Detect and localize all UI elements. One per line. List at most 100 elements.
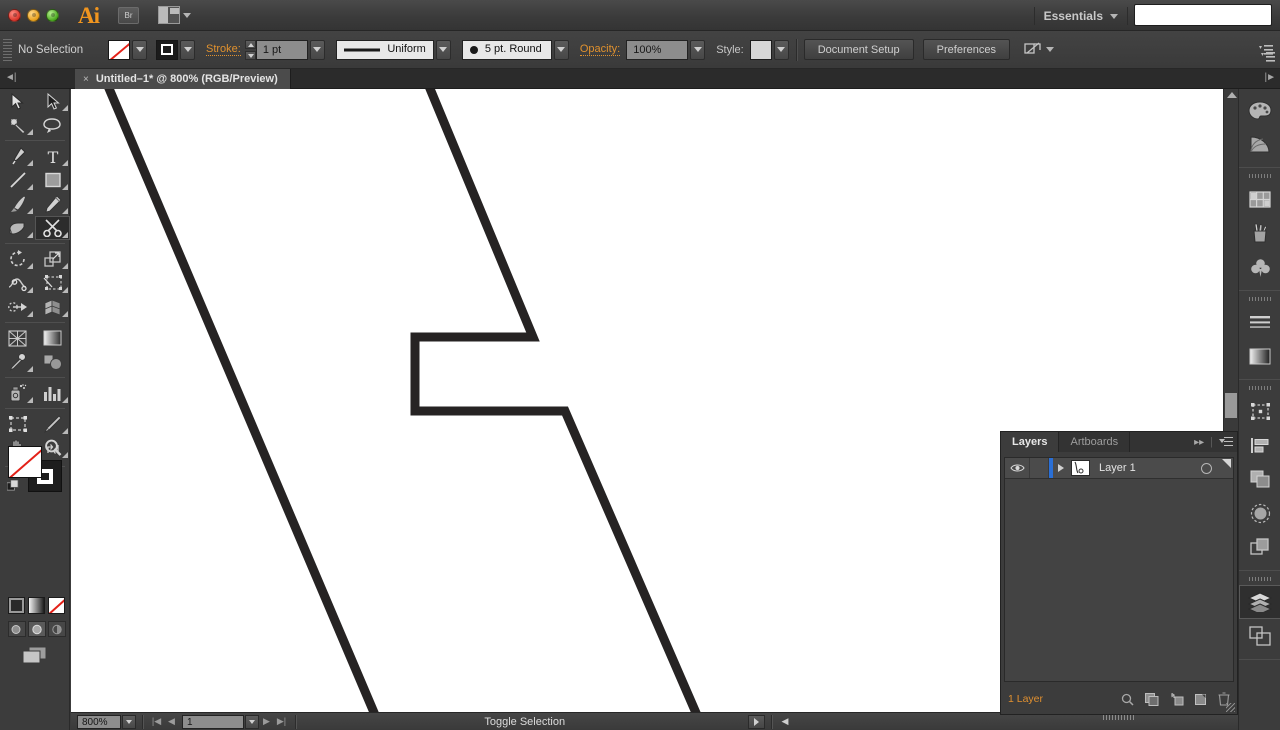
pathfinder-panel-icon[interactable] [1239, 462, 1280, 496]
close-window-button[interactable] [8, 9, 21, 22]
document-setup-button[interactable]: Document Setup [803, 39, 914, 60]
arrange-documents-button[interactable] [158, 6, 191, 24]
dock-group-grip[interactable] [1248, 174, 1271, 178]
fill-color-swatch[interactable] [108, 39, 130, 60]
dock-menu-icon[interactable] [1261, 51, 1275, 63]
first-artboard-button[interactable]: |◀ [149, 715, 164, 729]
symbols-panel-icon[interactable] [1239, 250, 1280, 284]
layer-expand-toggle[interactable] [1053, 464, 1069, 472]
stroke-weight-input[interactable]: 1 pt [255, 39, 308, 60]
horizontal-scroll-left-button[interactable]: ◀ [778, 715, 793, 729]
opacity-label[interactable]: Opacity: [579, 43, 621, 56]
create-new-sublayer-icon[interactable] [1170, 692, 1184, 706]
transform-reference-icon[interactable] [1024, 42, 1041, 57]
fill-color-indicator[interactable] [8, 446, 42, 478]
stroke-swatch-dropdown[interactable] [180, 39, 195, 60]
scissors-tool[interactable] [35, 216, 70, 240]
preferences-button[interactable]: Preferences [922, 39, 1010, 60]
color-panel-icon[interactable] [1239, 93, 1280, 127]
chevron-down-icon[interactable] [1045, 47, 1054, 52]
next-artboard-button[interactable]: ▶ [259, 715, 274, 729]
go-to-bridge-button[interactable]: Br [118, 7, 139, 24]
layer-lock-toggle[interactable] [1029, 458, 1049, 478]
dock-group-grip[interactable] [1248, 386, 1271, 390]
stroke-weight-stepper[interactable] [244, 39, 256, 60]
draw-inside-button[interactable] [48, 621, 66, 637]
zoom-level-input[interactable]: 800% [77, 714, 121, 729]
scroll-up-icon[interactable] [1227, 92, 1237, 98]
stroke-weight-label[interactable]: Stroke: [206, 43, 241, 56]
symbol-sprayer-tool[interactable] [0, 381, 35, 405]
mesh-tool[interactable] [0, 326, 35, 350]
tab-layers[interactable]: Layers [1001, 432, 1060, 452]
transparency-panel-icon[interactable] [1239, 496, 1280, 530]
gradient-mode-button[interactable] [28, 597, 45, 614]
control-bar-grip[interactable] [3, 38, 12, 61]
column-graph-tool[interactable] [35, 381, 70, 405]
change-screen-mode-button[interactable] [22, 646, 48, 667]
type-tool[interactable]: T [35, 144, 70, 168]
selection-tool[interactable] [0, 89, 35, 113]
scale-tool[interactable] [35, 247, 70, 271]
make-clipping-mask-icon[interactable] [1145, 692, 1159, 706]
none-mode-button[interactable] [48, 597, 65, 614]
tab-artboards[interactable]: Artboards [1059, 432, 1131, 452]
close-icon[interactable]: × [83, 74, 89, 85]
collapse-panels-right-icon[interactable]: |► [1265, 72, 1276, 83]
stroke-color-swatch[interactable] [156, 39, 178, 60]
table-row[interactable]: Layer 1 [1005, 458, 1233, 479]
artboard-number-dropdown[interactable] [245, 714, 259, 729]
paintbrush-tool[interactable] [0, 192, 35, 216]
previous-artboard-button[interactable]: ◀ [164, 715, 179, 729]
opacity-dropdown[interactable] [690, 39, 706, 60]
stroke-profile-select[interactable]: Uniform [335, 39, 434, 60]
free-transform-tool[interactable] [35, 271, 70, 295]
blob-brush-tool[interactable] [0, 216, 35, 240]
status-menu-button[interactable] [747, 714, 765, 729]
panel-resize-grip[interactable] [1226, 703, 1235, 712]
shape-builder-tool[interactable] [0, 295, 35, 319]
pencil-tool[interactable] [35, 192, 70, 216]
fill-swatch-dropdown[interactable] [132, 39, 147, 60]
minimize-window-button[interactable] [27, 9, 40, 22]
lasso-tool[interactable] [35, 113, 70, 137]
brush-definition-dropdown[interactable] [553, 39, 569, 60]
brushes-panel-icon[interactable] [1239, 216, 1280, 250]
align-panel-icon[interactable] [1239, 428, 1280, 462]
create-new-layer-icon[interactable] [1195, 693, 1207, 706]
last-artboard-button[interactable]: ▶| [274, 715, 289, 729]
artboards-panel-icon[interactable] [1239, 619, 1280, 653]
artboard-number-input[interactable]: 1 [182, 714, 244, 729]
swap-fill-stroke-icon[interactable] [46, 443, 60, 455]
slice-tool[interactable] [35, 412, 70, 436]
magic-wand-tool[interactable] [0, 113, 35, 137]
pen-tool[interactable] [0, 144, 35, 168]
panel-drag-grip[interactable] [1103, 715, 1135, 720]
eyedropper-tool[interactable] [0, 350, 35, 374]
locate-object-icon[interactable] [1121, 693, 1134, 706]
rectangle-tool[interactable] [35, 168, 70, 192]
width-tool[interactable] [0, 271, 35, 295]
draw-normal-button[interactable] [8, 621, 26, 637]
draw-behind-button[interactable] [28, 621, 46, 637]
transform-panel-icon[interactable] [1239, 394, 1280, 428]
document-tab[interactable]: × Untitled–1* @ 800% (RGB/Preview) [75, 69, 291, 89]
gradient-tool[interactable] [35, 326, 70, 350]
layers-panel-icon[interactable] [1239, 585, 1280, 619]
layer-target-indicator[interactable] [1201, 463, 1212, 474]
zoom-window-button[interactable] [46, 9, 59, 22]
layer-visibility-toggle[interactable] [1005, 463, 1029, 473]
stroke-weight-dropdown[interactable] [309, 39, 325, 60]
search-input[interactable] [1134, 4, 1272, 26]
layer-name[interactable]: Layer 1 [1099, 462, 1136, 474]
graphic-style-swatch[interactable] [749, 39, 772, 60]
workspace-switcher[interactable]: Essentials [1033, 7, 1128, 25]
perspective-grid-tool[interactable] [35, 295, 70, 319]
direct-selection-tool[interactable] [35, 89, 70, 113]
gradient-panel-icon[interactable] [1239, 339, 1280, 373]
vertical-scroll-thumb[interactable] [1225, 393, 1237, 418]
rotate-tool[interactable] [0, 247, 35, 271]
collapse-panels-left-icon[interactable]: ◄| [5, 72, 16, 83]
zoom-level-dropdown[interactable] [122, 714, 136, 729]
default-fill-stroke-icon[interactable] [7, 480, 19, 492]
